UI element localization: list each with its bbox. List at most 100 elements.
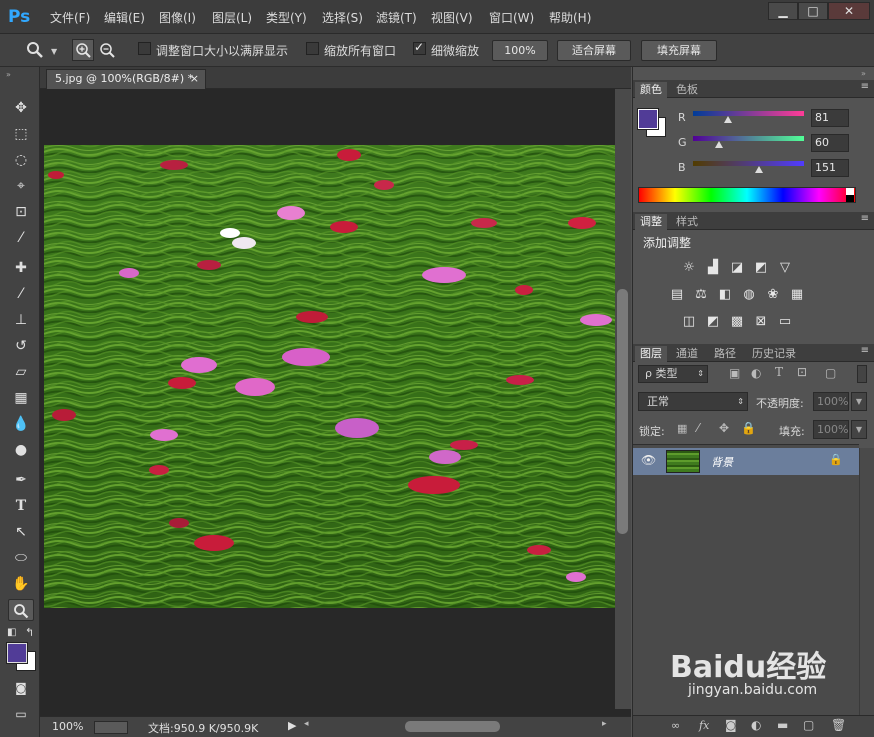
curves-icon[interactable]: ◪ (729, 261, 745, 275)
collapse-panels-icon[interactable]: » (861, 69, 866, 78)
r-slider-handle[interactable] (724, 116, 732, 123)
filter-toggle-switch[interactable] (857, 365, 867, 383)
layer-style-fx-icon[interactable]: fx (699, 719, 709, 732)
move-tool-icon[interactable]: ✥ (8, 97, 34, 119)
pen-tool-icon[interactable]: ✒ (8, 469, 34, 491)
menu-select[interactable]: 选择(S) (322, 9, 363, 26)
selective-color-icon[interactable]: ⊠ (753, 315, 769, 329)
fit-screen-button[interactable]: 适合屏幕 (557, 40, 631, 61)
lock-all-icon[interactable]: 🔒 (741, 421, 756, 435)
b-slider-handle[interactable] (755, 166, 763, 173)
layer-name[interactable]: 背景 (711, 454, 733, 470)
new-adjustment-layer-icon[interactable]: ◐ (751, 718, 761, 732)
posterize-icon[interactable]: ◩ (705, 315, 721, 329)
lock-position-icon[interactable]: ✥ (719, 421, 729, 435)
g-slider-handle[interactable] (715, 141, 723, 148)
panel-menu-icon[interactable]: ≡ (861, 81, 869, 92)
layer-row-background[interactable]: 👁 背景 🔒 (633, 448, 859, 475)
quick-select-tool-icon[interactable]: ⌖ (8, 175, 34, 197)
r-value-field[interactable]: 81 (811, 109, 849, 127)
vibrance-icon[interactable]: ▽ (777, 261, 793, 275)
tab-paths[interactable]: 路径 (709, 346, 741, 362)
hue-saturation-icon[interactable]: ▤ (669, 288, 685, 302)
close-tab-icon[interactable]: × (190, 70, 199, 88)
layer-filter-kind-select[interactable]: ρ 类型 ⇕ (638, 365, 708, 383)
menu-edit[interactable]: 编辑(E) (104, 9, 145, 26)
tab-adjustments[interactable]: 调整 (635, 214, 667, 230)
scroll-left-icon[interactable]: ◂ (304, 719, 309, 729)
black-white-icon[interactable]: ◧ (717, 288, 733, 302)
blur-tool-icon[interactable]: 💧 (8, 413, 34, 435)
filter-shape-icon[interactable]: ⊡ (797, 365, 807, 379)
type-tool-icon[interactable]: T (8, 495, 34, 517)
dodge-tool-icon[interactable]: ● (8, 439, 34, 461)
zoom-in-icon[interactable] (72, 39, 94, 61)
healing-brush-tool-icon[interactable]: ✚ (8, 257, 34, 279)
b-slider-track[interactable] (693, 161, 804, 166)
zoom-tool-icon[interactable] (26, 41, 46, 61)
color-lookup-icon[interactable]: ▦ (789, 288, 805, 302)
channel-mixer-icon[interactable]: ❀ (765, 288, 781, 302)
hand-tool-icon[interactable]: ✋ (8, 573, 34, 595)
zoom-out-icon[interactable] (97, 40, 117, 60)
zoom-all-windows-checkbox[interactable] (306, 42, 319, 55)
tab-layers[interactable]: 图层 (635, 346, 667, 362)
default-colors-icon[interactable]: ◧ (7, 627, 16, 638)
menu-filter[interactable]: 滤镜(T) (376, 9, 417, 26)
panel-menu-icon[interactable]: ≡ (861, 213, 869, 224)
invert-icon[interactable]: ◫ (681, 315, 697, 329)
filter-adjustment-icon[interactable]: ◐ (751, 366, 761, 380)
tab-channels[interactable]: 通道 (671, 346, 703, 362)
b-value-field[interactable]: 151 (811, 159, 849, 177)
color-balance-icon[interactable]: ⚖ (693, 288, 709, 302)
tab-history[interactable]: 历史记录 (747, 346, 801, 362)
threshold-icon[interactable]: ▩ (729, 315, 745, 329)
opacity-dropdown-icon[interactable]: ▼ (851, 392, 867, 411)
fill-screen-button[interactable]: 填充屏幕 (641, 40, 717, 61)
delete-layer-icon[interactable]: 🗑 (831, 718, 846, 732)
new-group-icon[interactable]: ▬ (777, 718, 788, 732)
white-swatch[interactable] (846, 188, 854, 195)
canvas-image[interactable] (44, 145, 615, 608)
color-spectrum-ramp[interactable] (638, 187, 856, 203)
fill-field[interactable]: 100% (813, 420, 849, 439)
lock-pixels-icon[interactable]: ⁄ (697, 421, 699, 435)
path-select-tool-icon[interactable]: ↖ (8, 521, 34, 543)
status-menu-arrow-icon[interactable]: ▶ (288, 719, 296, 732)
g-value-field[interactable]: 60 (811, 134, 849, 152)
scrubby-zoom-checkbox[interactable] (413, 40, 426, 55)
link-layers-icon[interactable]: ∞ (671, 719, 680, 732)
menu-image[interactable]: 图像(I) (159, 9, 196, 26)
tab-swatches[interactable]: 色板 (671, 82, 703, 98)
minimize-button[interactable]: ▁ (768, 2, 798, 20)
filter-smart-object-icon[interactable]: ▢ (825, 366, 836, 380)
horizontal-scroll-thumb[interactable] (405, 721, 500, 732)
foreground-color-swatch[interactable] (6, 642, 28, 664)
history-brush-tool-icon[interactable]: ↺ (8, 335, 34, 357)
brightness-contrast-icon[interactable]: ☼ (681, 261, 697, 275)
quick-mask-icon[interactable]: ◙ (8, 677, 34, 699)
eraser-tool-icon[interactable]: ▱ (8, 361, 34, 383)
screen-mode-icon[interactable]: ▭ (8, 703, 34, 725)
eye-visibility-icon[interactable]: 👁 (641, 453, 656, 467)
menu-help[interactable]: 帮助(H) (549, 9, 591, 26)
brush-tool-icon[interactable]: ⁄ (8, 283, 34, 305)
maximize-button[interactable]: □ (798, 2, 828, 20)
opacity-field[interactable]: 100% (813, 392, 849, 411)
resize-windows-checkbox[interactable] (138, 42, 151, 55)
zoom-tool-active-icon[interactable] (8, 599, 34, 621)
color-panel-fg-swatch[interactable] (637, 108, 659, 130)
g-slider-track[interactable] (693, 136, 804, 141)
vertical-scroll-thumb[interactable] (617, 289, 628, 534)
photo-filter-icon[interactable]: ◍ (741, 288, 757, 302)
tab-styles[interactable]: 样式 (671, 214, 703, 230)
collapse-toolbox-icon[interactable]: » (6, 70, 11, 79)
close-button[interactable]: ✕ (828, 2, 870, 20)
gradient-tool-icon[interactable]: ▦ (8, 387, 34, 409)
tab-color[interactable]: 颜色 (635, 82, 667, 98)
menu-type[interactable]: 类型(Y) (266, 9, 307, 26)
zoom-level-readout[interactable]: 100% (52, 720, 83, 733)
panel-menu-icon[interactable]: ≡ (861, 345, 869, 356)
swap-colors-icon[interactable]: ↰ (25, 626, 34, 639)
levels-icon[interactable]: ▟ (705, 261, 721, 275)
